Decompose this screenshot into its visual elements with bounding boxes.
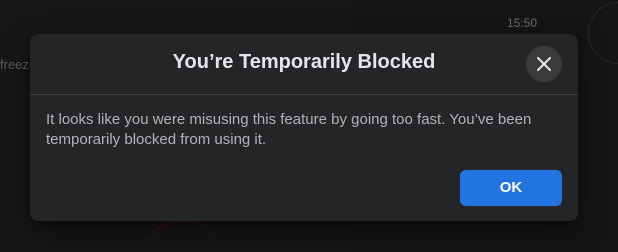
close-button[interactable] [526, 46, 562, 82]
background-avatar [588, 2, 618, 64]
dialog-title: You’re Temporarily Blocked [172, 51, 436, 73]
dialog-header: You’re Temporarily Blocked [30, 34, 578, 95]
close-icon [537, 57, 551, 71]
dialog-message: It looks like you were misusing this fea… [46, 111, 532, 148]
temporarily-blocked-dialog: You’re Temporarily Blocked It looks like… [30, 34, 578, 221]
background-timestamp: 15:50 [507, 16, 538, 30]
ok-button[interactable]: OK [460, 170, 562, 206]
background-message-snippet: freez [0, 57, 29, 72]
